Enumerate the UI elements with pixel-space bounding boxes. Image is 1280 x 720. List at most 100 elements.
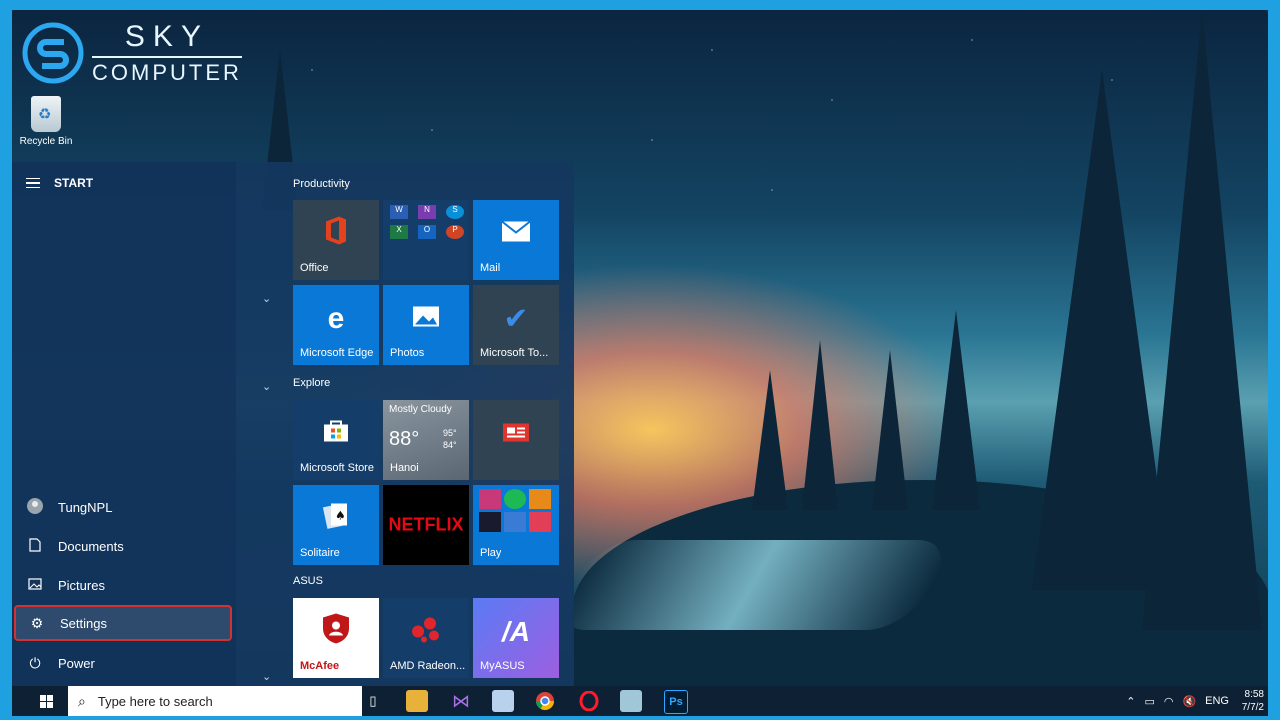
tree — [752, 370, 788, 510]
netflix-logo: NETFLIX — [388, 514, 464, 535]
tile-label: Play — [480, 547, 502, 559]
river — [546, 540, 958, 630]
rail-item-label: Pictures — [58, 577, 105, 593]
group-label-asus[interactable]: ASUS — [293, 575, 323, 587]
tile-label: Mail — [480, 262, 501, 274]
weather-low: 84° — [443, 440, 457, 450]
gear-icon: ⚙ — [30, 614, 44, 631]
tile-play[interactable]: Play — [473, 485, 559, 565]
photos-icon — [412, 303, 440, 334]
hamburger-icon[interactable] — [26, 177, 40, 189]
clock-time: 8:58 — [1244, 689, 1264, 700]
tile-store[interactable]: Microsoft Store — [293, 400, 379, 480]
edge-icon: e — [327, 301, 345, 335]
chrome-icon[interactable] — [534, 690, 556, 712]
power-icon: ⏻ — [29, 654, 41, 671]
tile-myasus[interactable]: /A MyASUS — [473, 598, 559, 678]
volume-muted-icon[interactable]: 🔇 — [1182, 695, 1196, 708]
search-input[interactable] — [95, 692, 330, 710]
wifi-icon[interactable]: ◠ — [1164, 695, 1174, 708]
rail-item-pictures[interactable]: Pictures — [14, 567, 232, 603]
start-title: START — [54, 176, 94, 190]
taskbar: ⌕ ▯ ⋈ Ps ⌃ ▭ ◠ 🔇 ENG 8:58 7/7/2 — [12, 686, 1268, 716]
opera-icon[interactable] — [578, 690, 600, 712]
mail-icon — [501, 218, 531, 249]
tile-news[interactable] — [473, 400, 559, 480]
pictures-icon — [26, 577, 44, 593]
3d-viewer-icon[interactable] — [492, 690, 514, 712]
tile-office-apps[interactable]: W N S X O P — [383, 200, 469, 280]
tile-weather[interactable]: Mostly Cloudy 88° 95° 84° Hanoi — [383, 400, 469, 480]
start-menu: START TungNPL Documents Pictures ⚙ Setti… — [12, 162, 574, 686]
chevron-up-icon[interactable]: ⌃ — [1126, 695, 1135, 708]
chevron-down-icon[interactable]: ⌄ — [262, 670, 271, 683]
rail-item-settings[interactable]: ⚙ Settings — [14, 605, 232, 641]
tile-label: Office — [300, 262, 329, 274]
notepad-icon[interactable] — [620, 690, 642, 712]
tile-solitaire[interactable]: ♠ Solitaire — [293, 485, 379, 565]
tile-office[interactable]: Office — [293, 200, 379, 280]
clock-date: 7/7/2 — [1241, 702, 1264, 713]
tile-label: Solitaire — [300, 547, 340, 559]
language-indicator[interactable]: ENG — [1205, 695, 1229, 707]
battery-icon[interactable]: ▭ — [1144, 695, 1154, 708]
tile-todo[interactable]: ✔ Microsoft To... — [473, 285, 559, 365]
user-avatar-icon — [27, 497, 43, 514]
group-label-productivity[interactable]: Productivity — [293, 178, 350, 190]
news-icon — [502, 418, 530, 449]
brand-line1: SKY — [124, 20, 209, 53]
tree — [872, 350, 908, 510]
rail-item-label: Documents — [58, 538, 124, 554]
brand-logo: SKY COMPUTER — [22, 22, 242, 84]
taskbar-search[interactable]: ⌕ — [68, 686, 362, 716]
amd-radeon-icon — [408, 613, 444, 650]
tile-label: Microsoft To... — [480, 347, 549, 359]
desktop-icon-label: Recycle Bin — [19, 136, 73, 147]
tile-photos[interactable]: Photos — [383, 285, 469, 365]
weather-temp: 88° — [389, 428, 420, 450]
desktop-icon-recycle-bin[interactable]: ♻ Recycle Bin — [18, 96, 74, 147]
play-apps-icons — [479, 489, 551, 532]
task-view-icon[interactable]: ▯ — [362, 690, 384, 712]
cards-icon: ♠ — [322, 501, 349, 536]
group-label-explore[interactable]: Explore — [293, 377, 330, 389]
start-button[interactable] — [24, 686, 68, 716]
weather-high: 95° — [443, 428, 457, 438]
tile-label: AMD Radeon... — [390, 660, 466, 672]
tree — [932, 310, 980, 510]
tile-label: McAfee — [300, 660, 340, 672]
tile-edge[interactable]: e Microsoft Edge — [293, 285, 379, 365]
rail-item-label: Power — [58, 655, 95, 671]
office-icon — [323, 215, 349, 252]
chevron-down-icon[interactable]: ⌄ — [262, 380, 271, 393]
tile-mcafee[interactable]: McAfee — [293, 598, 379, 678]
svg-text:♠: ♠ — [335, 508, 346, 522]
file-explorer-icon[interactable] — [406, 690, 428, 712]
rail-item-label: TungNPL — [58, 499, 113, 515]
photoshop-icon[interactable]: Ps — [664, 690, 688, 714]
tile-mail[interactable]: Mail — [473, 200, 559, 280]
tree — [1142, 10, 1262, 630]
rail-item-power[interactable]: ⏻ Power — [14, 645, 232, 681]
rail-item-documents[interactable]: Documents — [14, 528, 232, 564]
tile-label: Microsoft Edge — [300, 347, 374, 359]
myasus-icon: /A — [502, 615, 530, 647]
system-tray: ⌃ ▭ ◠ 🔇 ENG 8:58 7/7/2 — [1126, 686, 1268, 716]
tile-label: MyASUS — [480, 660, 525, 672]
clock[interactable]: 8:58 7/7/2 — [1238, 688, 1264, 714]
chevron-down-icon[interactable]: ⌄ — [262, 292, 271, 305]
start-header[interactable]: START — [26, 176, 93, 190]
checkmark-icon: ✔ — [503, 302, 529, 336]
brand-line2: COMPUTER — [92, 56, 242, 84]
tile-netflix[interactable]: NETFLIX — [383, 485, 469, 565]
tile-label: Hanoi — [390, 462, 419, 474]
windows-icon — [39, 694, 53, 708]
recycle-bin-icon: ♻ — [31, 96, 61, 132]
tile-label: Microsoft Store — [300, 462, 374, 474]
tile-amd[interactable]: AMD Radeon... — [383, 598, 469, 678]
search-icon: ⌕ — [78, 692, 86, 709]
visual-studio-icon[interactable]: ⋈ — [450, 690, 472, 712]
document-icon — [26, 537, 44, 555]
rail-item-user[interactable]: TungNPL — [14, 489, 232, 525]
tile-label: Photos — [390, 347, 425, 359]
